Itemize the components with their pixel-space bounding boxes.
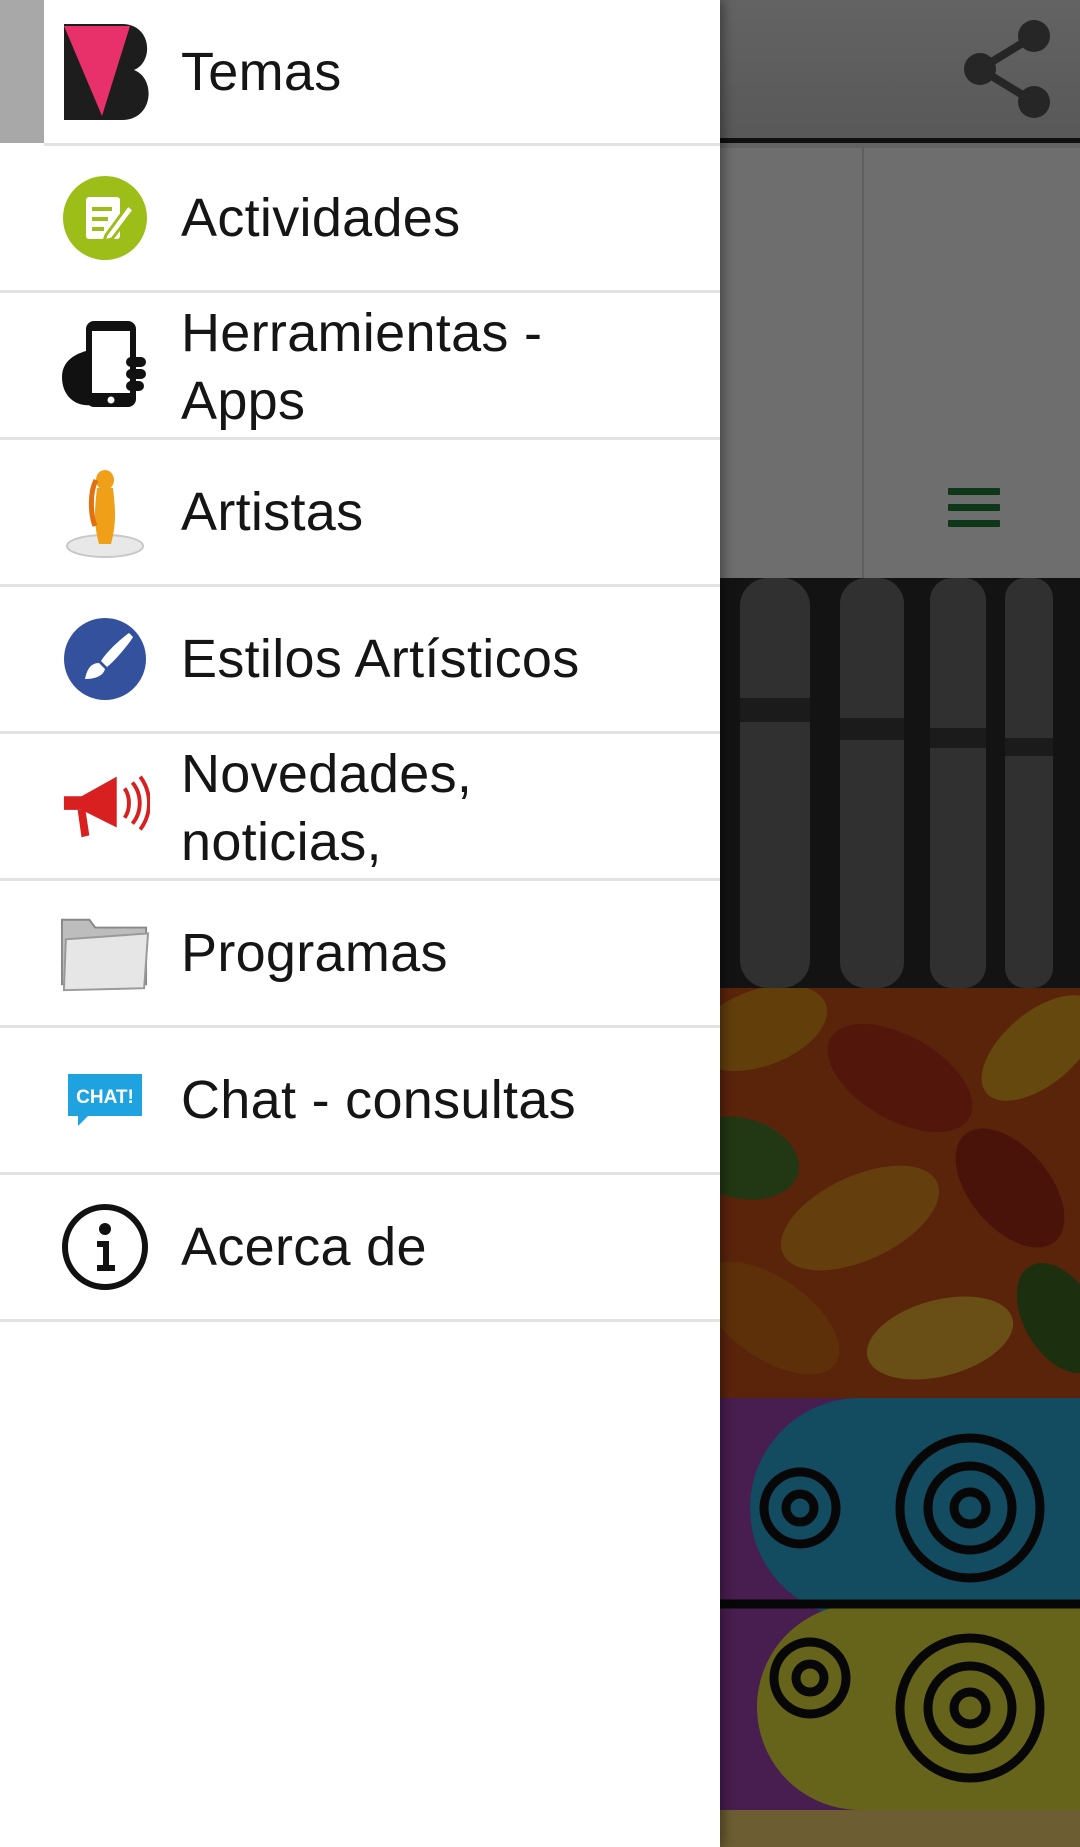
nav-label: Actividades: [181, 188, 461, 248]
phone-hand-icon: [60, 320, 150, 410]
nav-item-herramientas-apps[interactable]: Herramientas - Apps: [0, 293, 720, 440]
megaphone-icon: [60, 761, 150, 851]
nav-label: Programas: [181, 923, 448, 983]
temas-logo-icon: [60, 23, 150, 120]
nav-item-temas[interactable]: Temas: [44, 0, 720, 146]
nav-item-novedades[interactable]: Novedades, noticias,: [0, 734, 720, 881]
nav-label: Artistas: [181, 482, 364, 542]
nav-item-acerca-de[interactable]: Acerca de: [0, 1175, 720, 1322]
nav-label: Temas: [181, 41, 342, 102]
nav-label: Chat - consultas: [181, 1070, 576, 1130]
paintbrush-icon: [60, 614, 150, 704]
chat-icon: CHAT!: [60, 1055, 150, 1145]
nav-label: Herramientas - Apps: [181, 303, 543, 431]
nav-item-chat-consultas[interactable]: CHAT! Chat - consultas: [0, 1028, 720, 1175]
nav-item-artistas[interactable]: Artistas: [0, 440, 720, 587]
folder-icon: [60, 908, 150, 998]
nav-label: Novedades, noticias,: [181, 744, 473, 872]
nav-item-programas[interactable]: Programas: [0, 881, 720, 1028]
drawer-header-strip: [0, 0, 44, 143]
nav-item-estilos-artisticos[interactable]: Estilos Artísticos: [0, 587, 720, 734]
nav-item-actividades[interactable]: Actividades: [0, 146, 720, 293]
navigation-drawer: Temas Actividades Herramientas - Apps Ar…: [0, 0, 720, 1847]
nav-label: Acerca de: [181, 1217, 427, 1277]
chat-icon-text: CHAT!: [76, 1087, 134, 1108]
nav-label: Estilos Artísticos: [181, 629, 580, 689]
info-icon: [60, 1202, 150, 1292]
venus-statue-icon: [60, 467, 150, 558]
notes-icon: [60, 173, 150, 263]
